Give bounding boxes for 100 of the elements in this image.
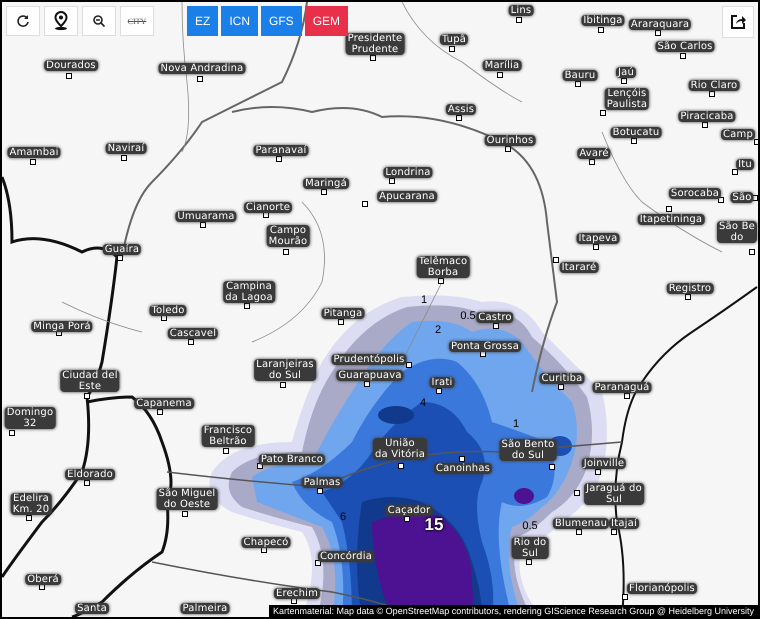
city-label: Pato Branco (258, 454, 326, 465)
city-label: Eldorado (65, 469, 115, 480)
model-button[interactable]: GEM (304, 6, 348, 36)
city-label: Naviraí (106, 143, 146, 154)
city-marker-icon (362, 201, 368, 207)
city-marker-icon (685, 294, 691, 300)
city-label: Joinville (582, 458, 626, 469)
city-marker-icon (600, 110, 606, 116)
city-marker-icon (575, 81, 581, 87)
city-marker-icon (622, 594, 628, 600)
city-label: Lençóis Paulista (604, 88, 650, 110)
city-marker-icon (117, 255, 123, 261)
city-label: Cascavel (168, 328, 218, 339)
city-marker-icon (497, 72, 503, 78)
city-label: Presidente Prudente (346, 33, 404, 55)
city-marker-icon (558, 384, 564, 390)
city-label: União da Vitória (372, 438, 428, 460)
city-label: Londrina (383, 167, 433, 178)
zoom-out-icon (92, 14, 106, 28)
model-button[interactable]: EZ (187, 6, 218, 36)
city-label: Palmeira (180, 603, 230, 614)
city-label: Canoinhas (434, 463, 492, 474)
city-label: Paranaguá (592, 382, 652, 393)
city-marker-icon (505, 146, 511, 152)
city-marker-icon (283, 249, 289, 255)
city-label: Umuarama (175, 211, 237, 222)
city-marker-icon (317, 488, 323, 494)
city-marker-icon (526, 559, 532, 565)
city-marker-icon (709, 91, 715, 97)
contour-label: 4 (420, 397, 426, 409)
city-label: Itu (736, 159, 754, 170)
city-label: Dourados (44, 60, 98, 71)
city-marker-icon (576, 529, 582, 535)
city-label: Florianópolis (627, 583, 697, 594)
city-marker-icon (732, 169, 738, 175)
city-marker-icon (611, 529, 617, 535)
city-marker-icon (718, 197, 724, 203)
city-label: Jaraguá do Sul (584, 483, 644, 505)
city-label: Erechim (274, 588, 320, 599)
city-label: Cianorte (244, 202, 292, 213)
contour-label: 1 (420, 294, 428, 306)
zoom-out-button[interactable] (82, 6, 116, 36)
city-marker-icon (370, 55, 376, 61)
contour-label: 15 (424, 515, 444, 535)
refresh-icon (16, 14, 30, 28)
city-label: Itapeva (576, 233, 620, 244)
city-label: Oberá (25, 574, 61, 585)
contour-label: 2 (434, 324, 442, 336)
city-label: Paranavaí (253, 145, 309, 156)
city-marker-icon (276, 156, 282, 162)
city-marker-icon (398, 463, 404, 469)
city-marker-icon (631, 138, 637, 144)
city-marker-icon (655, 30, 661, 36)
city-marker-icon (680, 53, 686, 59)
map-attribution: Kartenmaterial: Map data © OpenStreetMap contributors, rendering GIScience Research Group @ Heidelberg University (269, 605, 758, 617)
contour-label: 1 (512, 418, 520, 430)
city-marker-icon (389, 178, 395, 184)
city-marker-icon (702, 122, 708, 128)
city-label: Telêmaco Borba (416, 256, 470, 278)
city-marker-icon (157, 409, 163, 415)
city-label: Ourinhos (484, 135, 536, 146)
city-label: São Bento do Sul (500, 439, 556, 461)
city-label: Assis (446, 104, 476, 115)
city-label: Pitanga (322, 308, 364, 319)
city-label: Registro (666, 283, 714, 294)
city-label: Tupã (440, 34, 468, 45)
city-label: Araraquara (628, 19, 692, 30)
city-label: Camp (721, 129, 755, 140)
share-button[interactable] (722, 6, 754, 38)
model-button[interactable]: ICN (221, 6, 258, 36)
city-labels-toggle[interactable]: CITY (120, 6, 154, 36)
map-pin-icon (53, 11, 69, 31)
city-marker-icon (574, 490, 580, 496)
city-marker-icon (364, 381, 370, 387)
contour-label: 6 (340, 511, 346, 523)
contour-label: 0.5 (460, 310, 476, 322)
city-marker-icon (459, 456, 465, 462)
city-marker-icon (84, 480, 90, 486)
model-button[interactable]: GFS (261, 6, 302, 36)
city-label: Laranjeiras do Sul (254, 359, 316, 381)
share-icon (729, 13, 747, 31)
city-label: Itajaí (609, 518, 639, 529)
city-label: São Carlos (655, 41, 715, 52)
city-label: Ciudad del Este (60, 370, 120, 392)
pin-button[interactable] (44, 6, 78, 36)
city-label: São (730, 192, 754, 203)
city-label: Rio Claro (688, 80, 740, 91)
refresh-button[interactable] (6, 6, 40, 36)
city-marker-icon (223, 448, 229, 454)
city-label: Ponta Grossa (448, 341, 522, 352)
city-label: Guarapuava (336, 370, 404, 381)
city-label: Guaíra (102, 244, 142, 255)
city-label: Concórdia (318, 551, 374, 562)
city-marker-icon (553, 257, 559, 263)
city-marker-icon (438, 278, 444, 284)
city-label: Domingo 32 (4, 407, 56, 429)
city-marker-icon (321, 189, 327, 195)
city-marker-icon (666, 206, 672, 212)
city-marker-icon (595, 469, 601, 475)
city-label: Campo Mourão (266, 225, 310, 247)
